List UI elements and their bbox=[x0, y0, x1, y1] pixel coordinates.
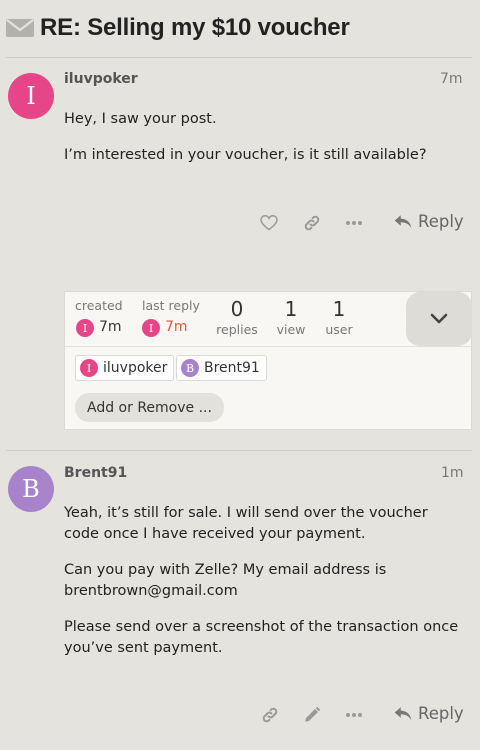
title-divider bbox=[6, 57, 472, 58]
participant-chip[interactable]: B Brent91 bbox=[176, 355, 267, 381]
pencil-icon[interactable] bbox=[301, 704, 323, 726]
views-label: view bbox=[276, 322, 306, 337]
participant-chip[interactable]: I iluvpoker bbox=[75, 355, 175, 381]
post-paragraph: Can you pay with Zelle? My email address… bbox=[64, 562, 387, 599]
add-remove-button[interactable]: Add or Remove ... bbox=[75, 393, 224, 422]
post-paragraph: Yeah, it’s still for sale. I will send o… bbox=[64, 505, 428, 542]
post-username[interactable]: Brent91 bbox=[64, 465, 127, 481]
users-count: 1 bbox=[332, 297, 346, 321]
reply-button[interactable]: Reply bbox=[394, 212, 464, 231]
reply-icon bbox=[394, 706, 412, 720]
chevron-down-icon bbox=[430, 313, 448, 324]
reply-icon bbox=[394, 214, 412, 228]
topic-header: RE: Selling my $10 voucher bbox=[6, 8, 476, 48]
users-label: user bbox=[325, 322, 353, 337]
summary-divider bbox=[65, 346, 471, 347]
post-time[interactable]: 1m bbox=[441, 465, 464, 481]
replies-label: replies bbox=[216, 322, 258, 337]
heart-icon[interactable] bbox=[258, 212, 280, 234]
topic-map: created I 7m last reply I 7m 0 replies 1… bbox=[64, 291, 472, 430]
topic-title: RE: Selling my $10 voucher bbox=[40, 14, 350, 41]
avatar[interactable]: I bbox=[76, 319, 94, 337]
avatar[interactable]: I bbox=[8, 73, 54, 119]
link-icon[interactable] bbox=[301, 212, 323, 234]
avatar: B bbox=[181, 359, 199, 377]
post-paragraph: I’m interested in your voucher, is it st… bbox=[64, 147, 427, 163]
created-label: created bbox=[75, 298, 123, 313]
created-time[interactable]: 7m bbox=[99, 319, 122, 335]
avatar[interactable]: I bbox=[142, 319, 160, 337]
replies-count: 0 bbox=[230, 297, 244, 321]
avatar: I bbox=[80, 359, 98, 377]
post-paragraph: Hey, I saw your post. bbox=[64, 111, 217, 127]
post-paragraph: Please send over a screenshot of the tra… bbox=[64, 619, 459, 656]
post-username[interactable]: iluvpoker bbox=[64, 71, 138, 87]
envelope-icon bbox=[6, 19, 34, 37]
more-icon[interactable] bbox=[343, 704, 365, 726]
link-icon[interactable] bbox=[259, 704, 281, 726]
post-divider bbox=[6, 450, 472, 451]
post-time[interactable]: 7m bbox=[440, 71, 463, 87]
last-reply-label: last reply bbox=[142, 298, 200, 313]
more-icon[interactable] bbox=[343, 212, 365, 234]
avatar[interactable]: B bbox=[8, 466, 54, 512]
expand-button[interactable] bbox=[406, 292, 472, 346]
last-reply-time[interactable]: 7m bbox=[165, 319, 188, 335]
views-count: 1 bbox=[284, 297, 298, 321]
reply-button[interactable]: Reply bbox=[394, 704, 464, 723]
